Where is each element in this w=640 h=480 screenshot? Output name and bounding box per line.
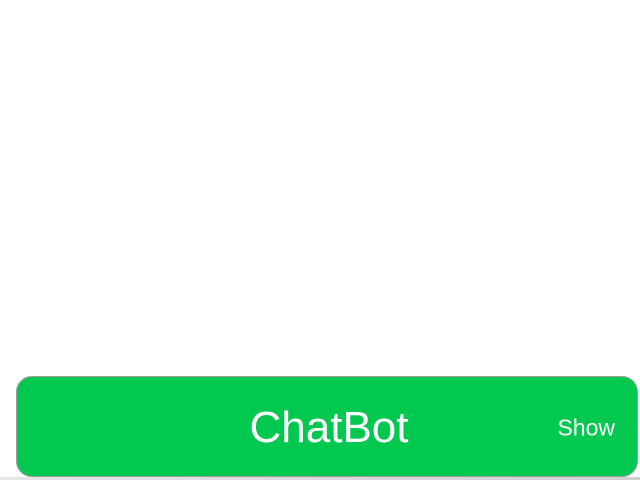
chatbot-title: ChatBot [249,402,409,452]
chatbot-header-bar[interactable]: ChatBot Show [16,376,638,477]
show-button[interactable]: Show [557,414,615,441]
page-canvas: ChatBot Show [0,0,640,480]
